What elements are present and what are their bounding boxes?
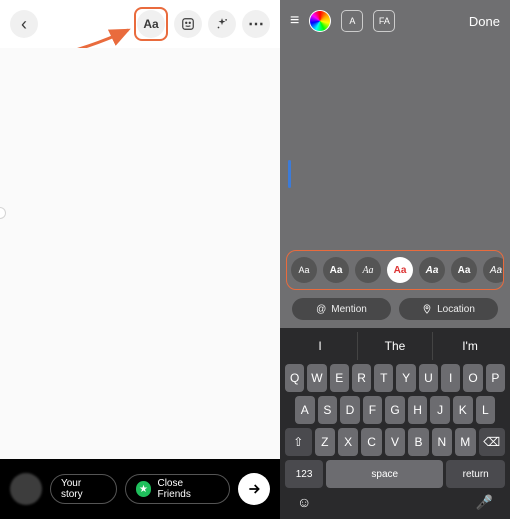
- keyboard-bottom: ☺ 🎤: [283, 488, 507, 511]
- key-j[interactable]: J: [430, 396, 450, 424]
- your-story-button[interactable]: Your story: [50, 474, 117, 504]
- back-icon[interactable]: ‹: [10, 10, 38, 38]
- done-button[interactable]: Done: [469, 14, 500, 29]
- keyboard: I The I'm Q W E R T Y U I O P A S D F G …: [280, 328, 510, 519]
- key-o[interactable]: O: [463, 364, 482, 392]
- story-editor-left: ‹ Aa ⋯ Your story ★ Close Friends: [0, 0, 280, 519]
- key-u[interactable]: U: [419, 364, 438, 392]
- your-story-avatar[interactable]: [10, 473, 42, 505]
- left-toolbar: ‹ Aa ⋯: [0, 0, 280, 48]
- font-option-3[interactable]: Aa: [355, 257, 381, 283]
- key-r[interactable]: R: [352, 364, 371, 392]
- font-option-5[interactable]: Aa: [419, 257, 445, 283]
- mic-icon[interactable]: 🎤: [476, 494, 493, 511]
- key-h[interactable]: H: [408, 396, 428, 424]
- suggestion-3[interactable]: I'm: [432, 332, 507, 360]
- more-icon[interactable]: ⋯: [242, 10, 270, 38]
- key-n[interactable]: N: [432, 428, 452, 456]
- key-s[interactable]: S: [318, 396, 338, 424]
- mention-label: Mention: [331, 304, 367, 315]
- key-w[interactable]: W: [307, 364, 326, 392]
- mention-button[interactable]: @ Mention: [292, 298, 391, 320]
- mention-icon: @: [316, 304, 326, 315]
- key-e[interactable]: E: [330, 364, 349, 392]
- location-button[interactable]: Location: [399, 298, 498, 320]
- key-x[interactable]: X: [338, 428, 358, 456]
- key-row-1: Q W E R T Y U I O P: [283, 364, 507, 392]
- key-g[interactable]: G: [385, 396, 405, 424]
- key-q[interactable]: Q: [285, 364, 304, 392]
- font-option-6[interactable]: Aa: [451, 257, 477, 283]
- right-toolbar: ≡ A FA Done: [280, 0, 510, 42]
- align-icon[interactable]: ≡: [290, 12, 299, 30]
- key-d[interactable]: D: [340, 396, 360, 424]
- key-row-2: A S D F G H J K L: [283, 396, 507, 424]
- close-friends-icon: ★: [136, 481, 152, 497]
- story-canvas[interactable]: [0, 48, 280, 459]
- location-icon: [422, 304, 432, 314]
- key-m[interactable]: M: [455, 428, 475, 456]
- suggestion-2[interactable]: The: [357, 332, 432, 360]
- key-space[interactable]: space: [326, 460, 443, 488]
- key-l[interactable]: L: [476, 396, 496, 424]
- sticker-icon[interactable]: [174, 10, 202, 38]
- location-label: Location: [437, 304, 475, 315]
- suggestion-row: I The I'm: [283, 332, 507, 360]
- key-y[interactable]: Y: [396, 364, 415, 392]
- text-tool-icon[interactable]: Aa: [137, 10, 165, 38]
- close-friends-button[interactable]: ★ Close Friends: [125, 474, 231, 504]
- key-shift[interactable]: ⇧: [285, 428, 312, 456]
- key-row-3: ⇧ Z X C V B N M ⌫: [283, 428, 507, 456]
- suggestion-1[interactable]: I: [283, 332, 357, 360]
- key-row-4: 123 space return: [283, 460, 507, 488]
- key-z[interactable]: Z: [315, 428, 335, 456]
- text-bg-icon[interactable]: A: [341, 10, 363, 32]
- key-v[interactable]: V: [385, 428, 405, 456]
- key-t[interactable]: T: [374, 364, 393, 392]
- key-numbers[interactable]: 123: [285, 460, 323, 488]
- text-size-slider-knob[interactable]: [0, 208, 5, 218]
- text-editor-right: ≡ A FA Done Aa Aa Aa Aa Aa Aa Aa A @ Men…: [280, 0, 510, 519]
- key-b[interactable]: B: [408, 428, 428, 456]
- close-friends-label: Close Friends: [157, 478, 219, 500]
- emoji-icon[interactable]: ☺: [297, 494, 311, 511]
- font-option-7[interactable]: Aa: [483, 257, 504, 283]
- color-wheel-icon[interactable]: [309, 10, 331, 32]
- share-bar: Your story ★ Close Friends: [0, 459, 280, 519]
- font-picker-highlight: Aa Aa Aa Aa Aa Aa Aa A: [286, 250, 504, 290]
- font-option-2[interactable]: Aa: [323, 257, 349, 283]
- key-a[interactable]: A: [295, 396, 315, 424]
- text-cursor: [288, 160, 291, 188]
- effects-icon[interactable]: [208, 10, 236, 38]
- your-story-label: Your story: [61, 478, 106, 500]
- text-tool-highlight: Aa: [134, 7, 168, 41]
- font-option-1[interactable]: Aa: [291, 257, 317, 283]
- send-button[interactable]: [238, 473, 270, 505]
- text-anim-icon[interactable]: FA: [373, 10, 395, 32]
- font-option-4-selected[interactable]: Aa: [387, 257, 413, 283]
- tag-row: @ Mention Location: [280, 298, 510, 328]
- key-f[interactable]: F: [363, 396, 383, 424]
- key-c[interactable]: C: [361, 428, 381, 456]
- key-return[interactable]: return: [446, 460, 505, 488]
- key-i[interactable]: I: [441, 364, 460, 392]
- key-k[interactable]: K: [453, 396, 473, 424]
- text-edit-canvas[interactable]: [280, 42, 510, 250]
- key-p[interactable]: P: [486, 364, 505, 392]
- key-backspace[interactable]: ⌫: [479, 428, 506, 456]
